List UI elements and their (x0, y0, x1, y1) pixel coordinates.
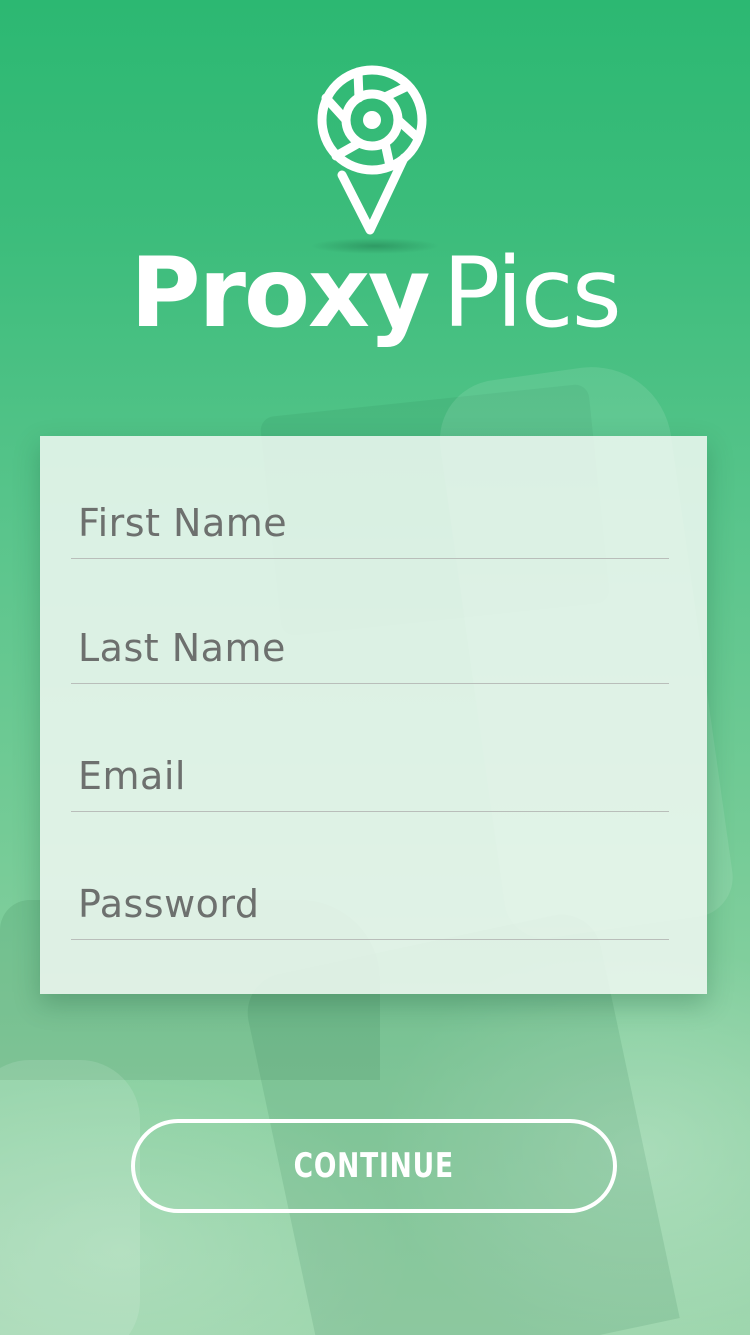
background-photo-left-hand (0, 1060, 140, 1335)
password-field (71, 869, 669, 940)
app-logo: Proxy Pics (0, 60, 750, 360)
signup-form (40, 436, 707, 994)
brand-name-bold: Proxy (130, 237, 430, 349)
password-input[interactable] (78, 869, 663, 939)
last-name-field (71, 613, 669, 684)
first-name-input[interactable] (78, 488, 663, 558)
email-input[interactable] (78, 741, 663, 811)
first-name-field (71, 488, 669, 559)
signup-screen: ProxyPics CONTINUE (0, 0, 750, 1335)
continue-button-label: CONTINUE (293, 1146, 455, 1186)
continue-button[interactable]: CONTINUE (131, 1119, 617, 1213)
brand-name-light: Pics (442, 237, 621, 349)
last-name-input[interactable] (78, 613, 663, 683)
camera-aperture-pin-icon (317, 65, 427, 235)
email-field (71, 741, 669, 812)
brand-wordmark: Proxy Pics (0, 238, 750, 348)
